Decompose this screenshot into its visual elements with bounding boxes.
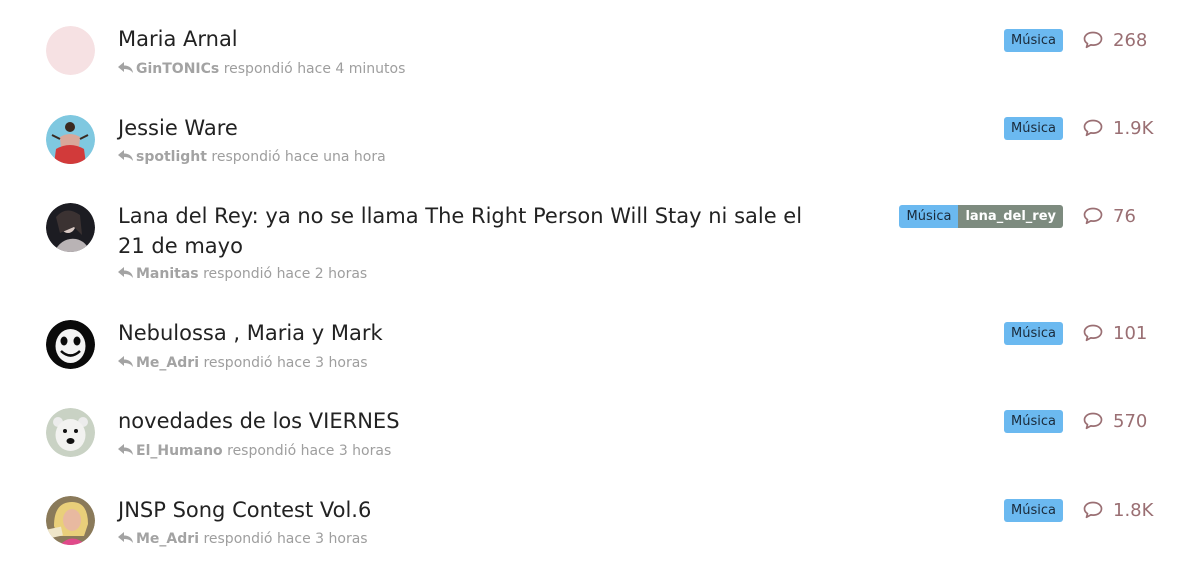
comment-bubble-icon [1083,31,1103,49]
activity-time: hace 2 horas [276,266,368,282]
topic-title[interactable]: Nebulossa , Maria y Mark [118,318,818,348]
topic-last-activity: Manitas respondió hace 2 horas [118,265,367,283]
topic-tags: Música [1004,29,1063,52]
comment-bubble-icon [1083,119,1103,137]
topic-tags: Música lana_del_rey [899,205,1063,228]
reply-count: 1.8K [1113,499,1154,521]
last-poster-username[interactable]: Me_Adri [136,355,199,371]
topic-tags: Música [1004,499,1063,522]
activity-time: hace 3 horas [276,355,368,371]
user-avatar[interactable] [46,115,95,164]
topic-title[interactable]: Jessie Ware [118,113,818,143]
category-tag[interactable]: Música [1004,410,1063,433]
reply-icon [118,532,134,544]
last-poster-username[interactable]: GinTONICs [136,61,219,77]
reply-action: respondió [223,61,293,77]
topic-title[interactable]: Maria Arnal [118,24,818,54]
topic-tags: Música [1004,322,1063,345]
last-poster-username[interactable]: El_Humano [136,443,223,459]
comment-bubble-icon [1083,412,1103,430]
reply-count: 570 [1113,410,1148,432]
comment-bubble-icon [1083,207,1103,225]
user-avatar[interactable] [46,408,95,457]
reply-count-link[interactable]: 1.8K [1083,499,1153,521]
reply-action: respondió [203,531,273,547]
reply-icon [118,267,134,279]
reply-action: respondió [203,355,273,371]
activity-time: hace 3 horas [276,531,368,547]
topic-title[interactable]: Lana del Rey: ya no se llama The Right P… [118,201,818,261]
topic-title[interactable]: novedades de los VIERNES [118,406,818,436]
topic-last-activity: GinTONICs respondió hace 4 minutos [118,60,405,78]
reply-action: respondió [227,443,297,459]
comment-bubble-icon [1083,324,1103,342]
reply-icon [118,444,134,456]
reply-count-link[interactable]: 1.9K [1083,117,1153,139]
activity-time: hace 4 minutos [297,61,406,77]
reply-action: respondió [211,149,281,165]
user-avatar[interactable] [46,203,95,252]
reply-icon [118,356,134,368]
reply-count-link[interactable]: 101 [1083,322,1147,344]
topic-tag[interactable]: lana_del_rey [958,205,1063,228]
reply-icon [118,150,134,162]
category-tag[interactable]: Música [899,205,959,228]
topic-tags: Música [1004,117,1063,140]
user-avatar[interactable] [46,26,95,75]
reply-count-link[interactable]: 268 [1083,29,1147,51]
topic-last-activity: El_Humano respondió hace 3 horas [118,442,391,460]
category-tag[interactable]: Música [1004,117,1063,140]
reply-count: 1.9K [1113,117,1154,139]
activity-time: hace una hora [284,149,386,165]
reply-count: 101 [1113,322,1148,344]
topic-last-activity: spotlight respondió hace una hora [118,148,386,166]
topic-list: Maria Arnal GinTONICs respondió hace 4 m… [0,0,1195,580]
reply-count-link[interactable]: 76 [1083,205,1136,227]
comment-bubble-icon [1083,501,1103,519]
user-avatar[interactable] [46,496,95,545]
user-avatar[interactable] [46,320,95,369]
reply-icon [118,62,134,74]
category-tag[interactable]: Música [1004,499,1063,522]
topic-tags: Música [1004,410,1063,433]
reply-count-link[interactable]: 570 [1083,410,1147,432]
category-tag[interactable]: Música [1004,29,1063,52]
last-poster-username[interactable]: Manitas [136,266,199,282]
reply-action: respondió [203,266,273,282]
reply-count: 76 [1113,205,1136,227]
reply-count: 268 [1113,29,1148,51]
activity-time: hace 3 horas [300,443,392,459]
last-poster-username[interactable]: Me_Adri [136,531,199,547]
category-tag[interactable]: Música [1004,322,1063,345]
topic-title[interactable]: JNSP Song Contest Vol.6 [118,495,818,525]
topic-last-activity: Me_Adri respondió hace 3 horas [118,354,368,372]
topic-last-activity: Me_Adri respondió hace 3 horas [118,530,368,548]
last-poster-username[interactable]: spotlight [136,149,207,165]
